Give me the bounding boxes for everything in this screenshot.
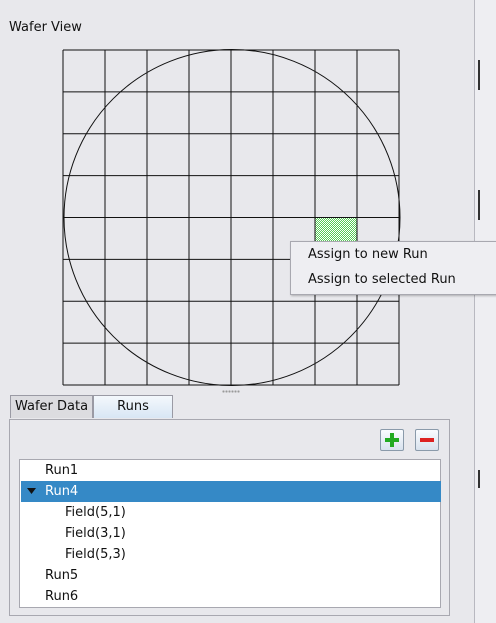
expand-triangle-icon[interactable] bbox=[27, 488, 36, 495]
tree-item-run[interactable]: Run6 bbox=[21, 586, 441, 607]
add-run-button[interactable] bbox=[380, 429, 404, 451]
tree-item-label: Field(5,3) bbox=[65, 547, 126, 562]
right-panel-marker bbox=[478, 470, 480, 488]
tree-item-label: Run5 bbox=[45, 568, 79, 583]
context-menu: Assign to new Run Assign to selected Run bbox=[290, 241, 496, 295]
tree-item-label: Field(3,1) bbox=[65, 526, 126, 541]
tree-item-field[interactable]: Field(5,3) bbox=[21, 544, 441, 565]
menu-item-assign-selected-run[interactable]: Assign to selected Run bbox=[308, 272, 456, 287]
wafer-view-title: Wafer View bbox=[9, 20, 82, 35]
menu-item-assign-new-run[interactable]: Assign to new Run bbox=[308, 247, 428, 262]
minus-icon bbox=[420, 438, 434, 442]
splitter-handle[interactable] bbox=[222, 390, 240, 393]
tree-item-field[interactable]: Field(5,1) bbox=[21, 502, 441, 523]
right-panel-marker bbox=[478, 60, 480, 90]
tree-item-label: Run1 bbox=[45, 463, 79, 478]
tree-item-run[interactable]: Run5 bbox=[21, 565, 441, 586]
right-panel-edge bbox=[474, 0, 496, 623]
tree-item-label: Field(5,1) bbox=[65, 505, 126, 520]
tab-wafer-data[interactable]: Wafer Data bbox=[10, 395, 93, 418]
tree-item-label: Run4 bbox=[45, 484, 79, 499]
tree-item-label: Run6 bbox=[45, 589, 79, 604]
tree-item-run-selected[interactable]: Run4 bbox=[21, 481, 441, 502]
plus-icon bbox=[385, 433, 399, 447]
right-panel-marker bbox=[478, 190, 480, 220]
wafer-map[interactable] bbox=[62, 49, 402, 389]
tab-runs[interactable]: Runs bbox=[93, 395, 173, 418]
tree-item-field[interactable]: Field(3,1) bbox=[21, 523, 441, 544]
tree-item-run[interactable]: Run1 bbox=[21, 460, 441, 481]
runs-tree[interactable]: Run1 Run4 Field(5,1) Field(3,1) Field(5,… bbox=[19, 459, 441, 608]
remove-run-button[interactable] bbox=[415, 429, 439, 451]
